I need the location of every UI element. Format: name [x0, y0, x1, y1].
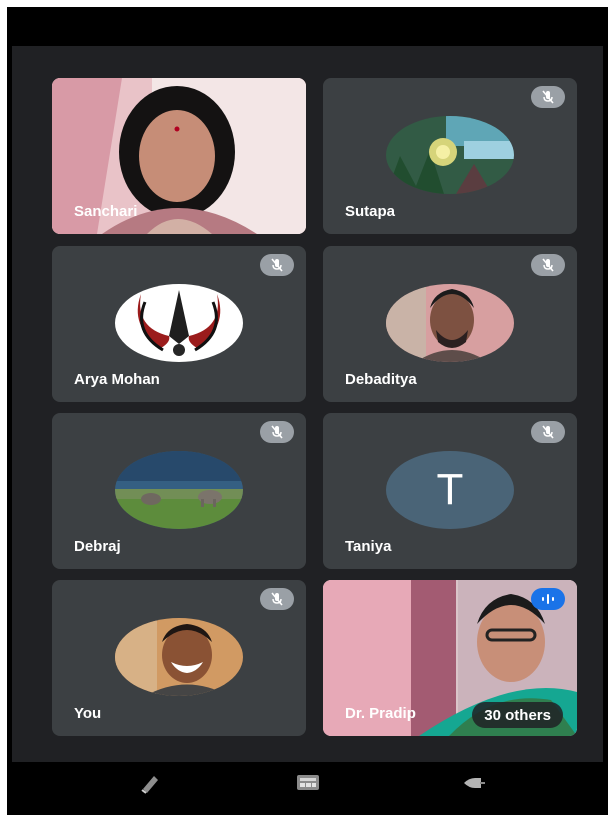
top-bar — [12, 14, 603, 44]
mic-off-icon — [531, 421, 565, 443]
speaking-indicator-icon — [531, 588, 565, 610]
more-icon[interactable] — [459, 771, 487, 795]
participant-tile[interactable]: Arya Mohan — [52, 246, 306, 402]
mic-off-icon — [260, 588, 294, 610]
participant-name: You — [74, 705, 102, 722]
participant-name: Sanchari — [74, 203, 138, 220]
mic-off-icon — [531, 254, 565, 276]
participant-name: Debraj — [74, 538, 121, 555]
participant-name: Dr. Pradip — [345, 705, 416, 722]
others-count-button[interactable]: 30 others — [472, 702, 563, 728]
mic-off-icon — [531, 86, 565, 108]
meeting-grid: Sanchari Sutapa Arya Mohan Debaditya Deb… — [12, 46, 603, 762]
avatar — [115, 451, 243, 529]
participant-name: Arya Mohan — [74, 371, 160, 388]
meeting-tools-icon[interactable] — [294, 771, 322, 795]
bottom-toolbar — [12, 762, 603, 806]
mic-off-icon — [260, 421, 294, 443]
avatar — [386, 284, 514, 362]
reactions-icon[interactable] — [136, 771, 164, 795]
participant-tile[interactable]: Debaditya — [323, 246, 577, 402]
participant-tile[interactable]: Dr. Pradip 30 others — [323, 580, 577, 736]
mic-off-icon — [260, 254, 294, 276]
avatar — [386, 116, 514, 194]
participant-tile[interactable]: Sutapa — [323, 78, 577, 234]
participant-tile[interactable]: T Taniya — [323, 413, 577, 569]
participant-name: Taniya — [345, 538, 392, 555]
participant-tile[interactable]: Debraj — [52, 413, 306, 569]
participant-name: Debaditya — [345, 371, 417, 388]
avatar — [115, 618, 243, 696]
participant-name: Sutapa — [345, 203, 396, 220]
letter-avatar: T — [386, 451, 514, 529]
participant-tile[interactable]: Sanchari — [52, 78, 306, 234]
avatar — [115, 284, 243, 362]
participant-tile[interactable]: You — [52, 580, 306, 736]
